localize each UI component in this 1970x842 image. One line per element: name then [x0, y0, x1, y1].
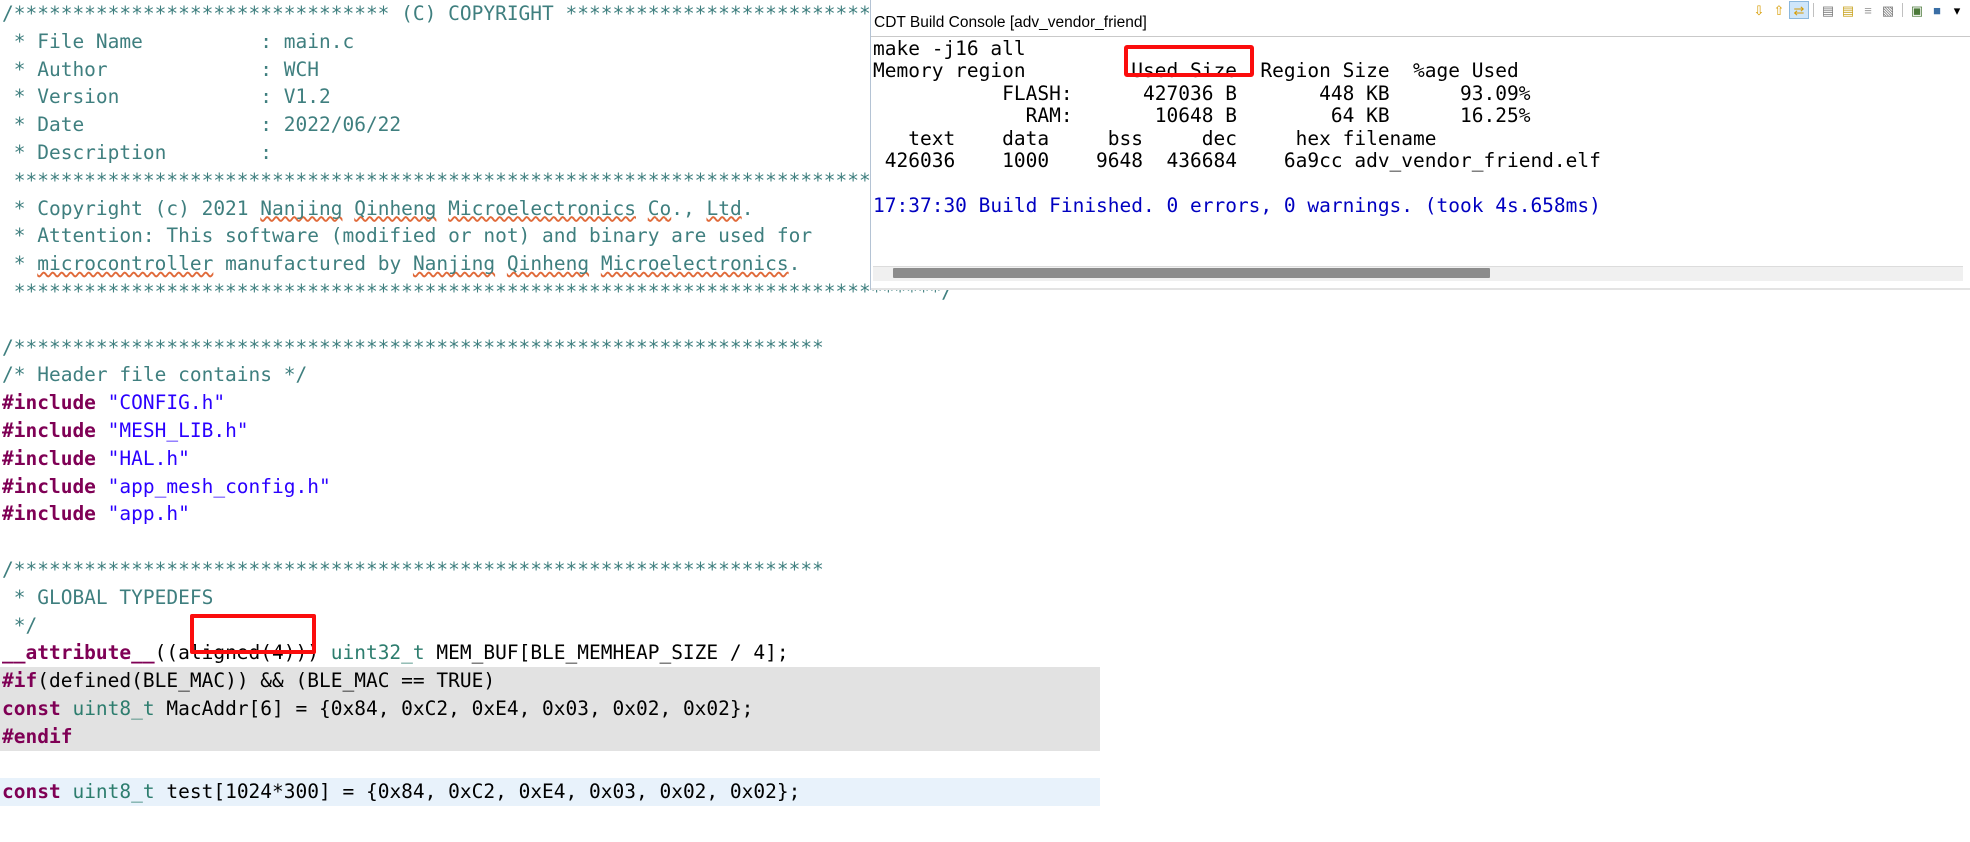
code-line[interactable]: __attribute__((aligned(4))) uint32_t MEM… — [0, 639, 1100, 667]
code-line[interactable] — [0, 528, 1100, 556]
console-output[interactable]: make -j16 all Memory region Used Size Reg… — [871, 38, 1970, 260]
toolbar-separator — [1902, 3, 1903, 17]
code-line[interactable] — [0, 751, 1100, 779]
console-toolbar[interactable]: ⇩ ⇧ ⇄ ▤ ▤ ≡ ▧ ▣ ■ ▾ — [1749, 0, 1970, 20]
code-line[interactable]: /* Header file contains */ — [0, 361, 1100, 389]
save-console-icon[interactable]: ▤ — [1818, 1, 1838, 19]
code-line[interactable]: /***************************************… — [0, 334, 1100, 362]
console-line: 426036 1000 9648 436684 6a9cc adv_vendor… — [873, 149, 1601, 173]
lock-console-icon[interactable]: ▤ — [1838, 1, 1858, 19]
code-line[interactable]: #include "HAL.h" — [0, 445, 1100, 473]
word-wrap-icon[interactable]: ≡ — [1858, 1, 1878, 19]
console-bottom-edge — [871, 288, 1970, 290]
scroll-lock-up-icon[interactable]: ⇧ — [1769, 1, 1789, 19]
code-line[interactable]: #include "app.h" — [0, 500, 1100, 528]
toolbar-separator — [1813, 3, 1814, 17]
code-line[interactable]: #include "CONFIG.h" — [0, 389, 1100, 417]
console-line: FLASH: 427036 B 448 KB 93.09% — [873, 81, 1531, 105]
pin-console-icon[interactable]: ⇄ — [1789, 1, 1809, 19]
new-console-view-icon[interactable]: ▣ — [1907, 1, 1927, 19]
code-line[interactable] — [0, 306, 1100, 334]
console-panel[interactable]: ⇩ ⇧ ⇄ ▤ ▤ ≡ ▧ ▣ ■ ▾ CDT Build Console [adv_vendor… — [870, 0, 1970, 290]
code-line[interactable]: const uint8_t test[1024*300] = {0x84, 0x… — [0, 778, 1100, 807]
app-window: /******************************** (C) CO… — [0, 0, 1970, 842]
console-line: 17:37:30 Build Finished. 0 errors, 0 war… — [873, 193, 1601, 217]
code-line[interactable]: */ — [0, 612, 1100, 640]
console-line: Memory region Used Size Region Size %age… — [873, 59, 1519, 83]
code-line[interactable]: #include "app_mesh_config.h" — [0, 473, 1100, 501]
code-line[interactable]: * GLOBAL TYPEDEFS — [0, 584, 1100, 612]
console-line: make -j16 all — [873, 38, 1026, 60]
console-tab-underline — [871, 36, 1970, 37]
code-line[interactable]: /***************************************… — [0, 556, 1100, 584]
console-line: text data bss dec hex filename — [873, 126, 1437, 150]
code-line[interactable]: #if(defined(BLE_MAC)) && (BLE_MAC == TRU… — [0, 667, 1100, 695]
code-line[interactable]: #include "MESH_LIB.h" — [0, 417, 1100, 445]
code-line[interactable]: #endif — [0, 722, 1100, 751]
console-menu-dropdown-icon[interactable]: ▾ — [1947, 1, 1967, 19]
clear-console-icon[interactable]: ▧ — [1878, 1, 1898, 19]
display-selected-console-icon[interactable]: ■ — [1927, 1, 1947, 19]
console-tab-title[interactable]: CDT Build Console [adv_vendor_friend] — [874, 14, 1147, 32]
console-line: RAM: 10648 B 64 KB 16.25% — [873, 104, 1531, 128]
horizontal-scrollbar-thumb[interactable] — [893, 268, 1490, 278]
scroll-lock-down-icon[interactable]: ⇩ — [1749, 1, 1769, 19]
code-line[interactable]: const uint8_t MacAddr[6] = {0x84, 0xC2, … — [0, 694, 1100, 723]
